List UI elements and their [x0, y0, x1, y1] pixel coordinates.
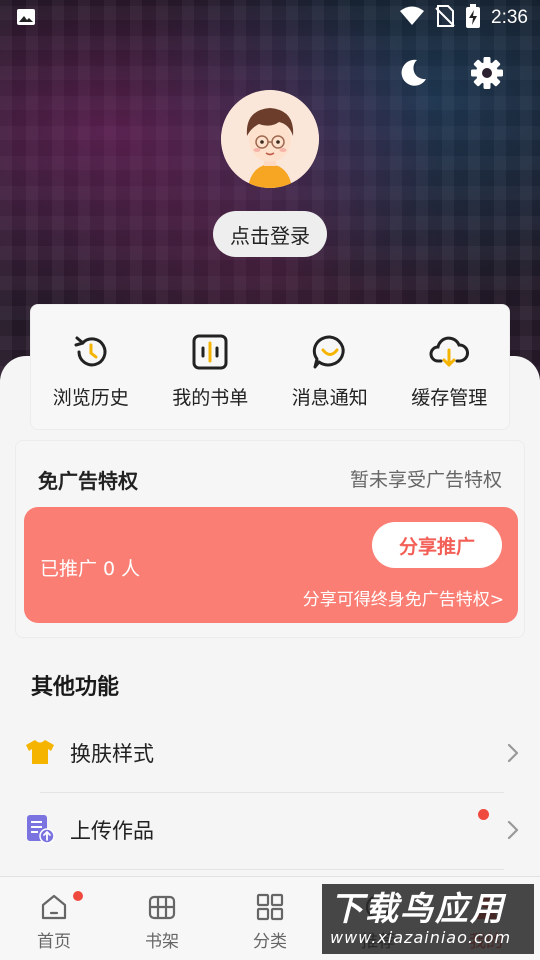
share-promote-button[interactable]: 分享推广	[372, 522, 502, 568]
status-bar: 2:36	[0, 0, 540, 36]
quick-item-cache[interactable]: 缓存管理	[394, 331, 504, 429]
avatar[interactable]	[221, 90, 319, 188]
watermark-url: www.xiazainiao.com	[330, 928, 512, 947]
quick-item-label: 我的书单	[172, 387, 249, 409]
section-title-other: 其他功能	[31, 675, 120, 700]
quick-item-messages[interactable]: 消息通知	[275, 331, 385, 429]
battery-charging-icon	[465, 4, 481, 32]
nav-item-home[interactable]: 首页	[0, 877, 108, 960]
quick-item-label: 消息通知	[291, 387, 368, 409]
menu-row-upload[interactable]: 上传作品	[0, 793, 540, 869]
menu-row-label: 上传作品	[70, 819, 154, 843]
category-icon	[254, 891, 286, 923]
history-icon	[70, 331, 112, 373]
bookshelf-icon	[146, 891, 178, 923]
share-tip-link[interactable]: 分享可得终身免广告特权>	[303, 585, 504, 610]
message-icon	[309, 331, 351, 373]
cloud-download-icon	[428, 331, 470, 373]
divider	[40, 869, 504, 870]
nav-item-category[interactable]: 分类	[216, 877, 324, 960]
home-icon	[38, 891, 70, 923]
gallery-notification-icon	[16, 8, 36, 26]
chevron-right-icon	[506, 817, 520, 843]
quick-item-booklist[interactable]: 我的书单	[155, 331, 265, 429]
promoted-count: 已推广 0 人	[40, 558, 141, 580]
menu-row-skin[interactable]: 换肤样式	[0, 716, 540, 792]
nav-label: 分类	[253, 932, 287, 952]
quick-item-label: 缓存管理	[411, 387, 488, 409]
nav-item-bookshelf[interactable]: 书架	[108, 877, 216, 960]
menu-row-label: 换肤样式	[70, 742, 154, 766]
nav-label: 书架	[145, 932, 179, 952]
notification-dot	[73, 891, 83, 901]
ad-privilege-title: 免广告特权	[38, 469, 138, 493]
moon-icon[interactable]	[393, 53, 433, 93]
gear-icon[interactable]	[467, 53, 507, 93]
ad-privilege-card: 免广告特权 暂未享受广告特权 已推广 0 人 分享推广 分享可得终身免广告特权>	[15, 440, 525, 638]
quick-item-label: 浏览历史	[52, 387, 129, 409]
quick-item-history[interactable]: 浏览历史	[36, 331, 146, 429]
booklist-icon	[189, 331, 231, 373]
wifi-icon	[399, 6, 425, 30]
nav-label: 首页	[37, 932, 71, 952]
login-button[interactable]: 点击登录	[213, 211, 327, 257]
no-sim-icon	[435, 5, 455, 31]
status-time: 2:36	[491, 7, 528, 28]
upload-document-icon	[24, 813, 56, 845]
watermark: 下载鸟应用 www.xiazainiao.com	[322, 884, 534, 954]
chevron-right-icon	[506, 740, 520, 766]
tshirt-icon	[24, 736, 56, 768]
promotion-banner: 已推广 0 人 分享推广 分享可得终身免广告特权>	[24, 507, 518, 623]
quick-actions-card: 浏览历史 我的书单 消息通知 缓存管理	[30, 304, 510, 430]
ad-privilege-status: 暂未享受广告特权	[349, 469, 502, 491]
watermark-title: 下载鸟应用	[330, 889, 505, 928]
notification-dot	[478, 809, 489, 820]
